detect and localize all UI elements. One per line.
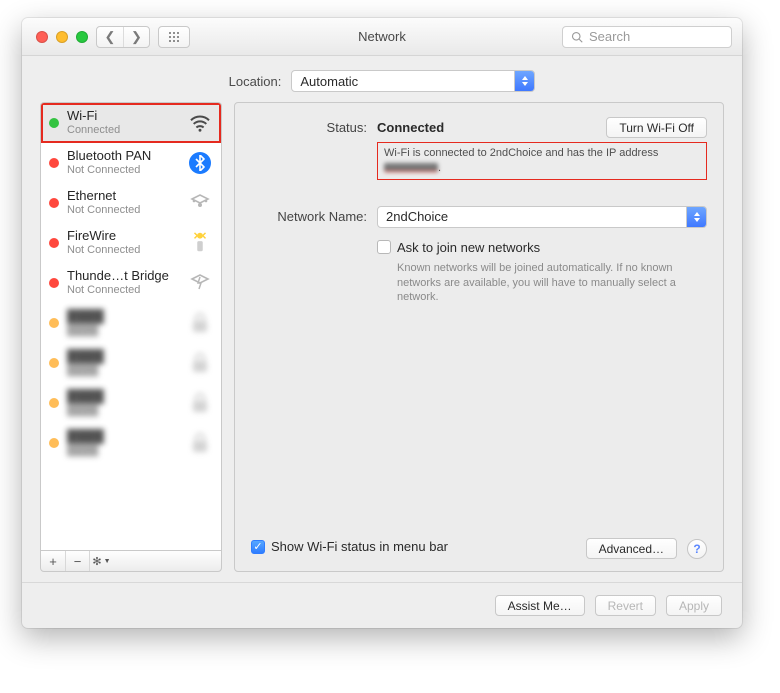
ask-join-help-text: Known networks will be joined automatica… xyxy=(397,261,707,306)
service-status: Not Connected xyxy=(67,284,179,297)
service-name: ████ xyxy=(67,429,179,444)
status-dot-icon xyxy=(49,278,59,288)
service-item[interactable]: FireWireNot Connected xyxy=(41,223,221,263)
service-item[interactable]: ████████ xyxy=(41,383,221,423)
lock-icon xyxy=(187,350,213,376)
status-dot-icon xyxy=(49,158,59,168)
thunderbolt-icon xyxy=(187,270,213,296)
sidebar-toolbar: + − ✻▼ xyxy=(40,550,222,572)
show-all-button[interactable] xyxy=(158,26,190,48)
checkbox-unchecked-icon xyxy=(377,240,391,254)
gear-icon: ✻ xyxy=(92,555,101,568)
ask-join-checkbox[interactable]: Ask to join new networks xyxy=(377,240,707,255)
show-status-checkbox[interactable]: ✓ Show Wi-Fi status in menu bar xyxy=(251,539,448,554)
search-icon xyxy=(571,31,583,43)
remove-service-button[interactable]: − xyxy=(65,551,89,571)
show-status-label: Show Wi-Fi status in menu bar xyxy=(271,539,448,554)
service-name: Ethernet xyxy=(67,189,179,204)
lock-icon xyxy=(187,310,213,336)
location-row: Location: Automatic xyxy=(22,56,742,102)
minimize-icon[interactable] xyxy=(56,31,68,43)
status-value: Connected xyxy=(377,120,444,135)
revert-button[interactable]: Revert xyxy=(595,595,656,616)
service-list[interactable]: Wi-FiConnectedBluetooth PANNot Connected… xyxy=(40,102,222,550)
service-name: ████ xyxy=(67,389,179,404)
service-status: ████ xyxy=(67,444,179,457)
service-name: FireWire xyxy=(67,229,179,244)
service-item[interactable]: EthernetNot Connected xyxy=(41,183,221,223)
location-value: Automatic xyxy=(300,74,358,89)
chevron-up-down-icon xyxy=(514,71,534,91)
window-controls xyxy=(36,31,88,43)
ip-address-redacted xyxy=(384,163,438,172)
status-dot-icon xyxy=(49,358,59,368)
service-item[interactable]: ████████ xyxy=(41,423,221,463)
service-item[interactable]: Thunde…t BridgeNot Connected xyxy=(41,263,221,303)
service-status: Not Connected xyxy=(67,244,179,257)
nav-buttons: ❮ ❯ xyxy=(96,26,150,48)
search-input[interactable]: Search xyxy=(562,26,732,48)
service-name: Thunde…t Bridge xyxy=(67,269,179,284)
service-status: Connected xyxy=(67,124,179,137)
help-button[interactable]: ? xyxy=(687,539,707,559)
grid-icon xyxy=(168,31,180,43)
service-status: ████ xyxy=(67,404,179,417)
detail-pane: Status: Connected Turn Wi-Fi Off Wi-Fi i… xyxy=(234,102,724,572)
add-service-button[interactable]: + xyxy=(41,551,65,571)
footer: Assist Me… Revert Apply xyxy=(22,582,742,628)
service-item[interactable]: ████████ xyxy=(41,343,221,383)
service-item[interactable]: ████████ xyxy=(41,303,221,343)
location-select[interactable]: Automatic xyxy=(291,70,535,92)
back-button[interactable]: ❮ xyxy=(97,27,123,47)
window: ❮ ❯ Network Search Location: Automatic W… xyxy=(22,18,742,628)
apply-button[interactable]: Apply xyxy=(666,595,722,616)
status-dot-icon xyxy=(49,398,59,408)
status-dot-icon xyxy=(49,438,59,448)
network-name-label: Network Name: xyxy=(251,206,367,224)
service-name: Bluetooth PAN xyxy=(67,149,179,164)
service-status: Not Connected xyxy=(67,164,179,177)
advanced-button[interactable]: Advanced… xyxy=(586,538,677,559)
firewire-icon xyxy=(187,230,213,256)
lock-icon xyxy=(187,430,213,456)
status-dot-icon xyxy=(49,118,59,128)
location-label: Location: xyxy=(229,74,282,89)
assist-me-button[interactable]: Assist Me… xyxy=(495,595,585,616)
chevron-down-icon: ▼ xyxy=(104,558,111,565)
status-dot-icon xyxy=(49,198,59,208)
chevron-up-down-icon xyxy=(686,207,706,227)
service-item[interactable]: Bluetooth PANNot Connected xyxy=(41,143,221,183)
service-item[interactable]: Wi-FiConnected xyxy=(41,103,221,143)
lock-icon xyxy=(187,390,213,416)
forward-button[interactable]: ❯ xyxy=(123,27,149,47)
title-bar: ❮ ❯ Network Search xyxy=(22,18,742,56)
ask-join-label: Ask to join new networks xyxy=(397,240,540,255)
checkbox-checked-icon: ✓ xyxy=(251,540,265,554)
status-label: Status: xyxy=(251,117,367,135)
service-status: Not Connected xyxy=(67,204,179,217)
service-status: ████ xyxy=(67,324,179,337)
ethernet-icon xyxy=(187,190,213,216)
network-name-select[interactable]: 2ndChoice xyxy=(377,206,707,228)
search-placeholder: Search xyxy=(589,29,630,44)
close-icon[interactable] xyxy=(36,31,48,43)
status-dot-icon xyxy=(49,318,59,328)
service-name: Wi-Fi xyxy=(67,109,179,124)
service-name: ████ xyxy=(67,309,179,324)
bluetooth-icon xyxy=(187,150,213,176)
service-name: ████ xyxy=(67,349,179,364)
network-name-value: 2ndChoice xyxy=(386,209,448,224)
wifi-toggle-button[interactable]: Turn Wi-Fi Off xyxy=(606,117,707,138)
service-menu-button[interactable]: ✻▼ xyxy=(89,551,113,571)
wifi-icon xyxy=(187,110,213,136)
status-description-text: Wi-Fi is connected to 2ndChoice and has … xyxy=(384,147,658,159)
status-description: Wi-Fi is connected to 2ndChoice and has … xyxy=(377,142,707,180)
service-status: ████ xyxy=(67,364,179,377)
zoom-icon[interactable] xyxy=(76,31,88,43)
status-dot-icon xyxy=(49,238,59,248)
